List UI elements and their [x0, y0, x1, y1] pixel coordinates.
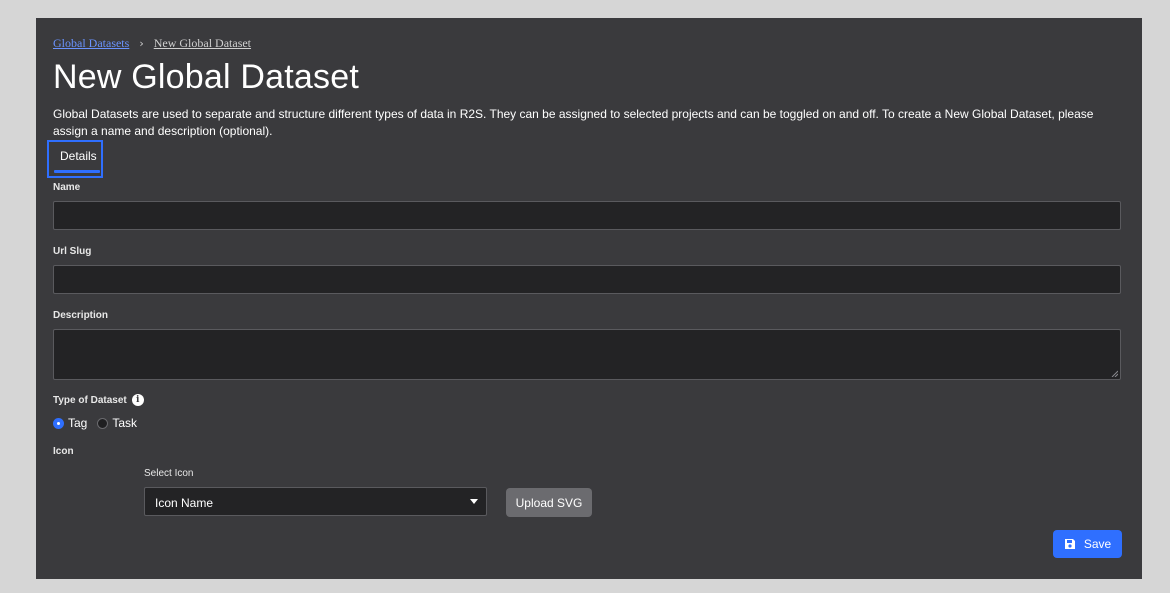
dataset-type-label-row: Type of Dataset i [53, 394, 144, 406]
floppy-disk-icon [1064, 539, 1075, 549]
radio-option-tag[interactable]: Tag [53, 416, 87, 430]
breadcrumb-separator-icon: › [139, 37, 144, 50]
info-icon[interactable]: i [131, 394, 144, 406]
dataset-type-label: Type of Dataset [53, 394, 127, 406]
url-slug-label: Url Slug [53, 246, 92, 257]
main-panel: Global Datasets › New Global Dataset New… [36, 18, 1142, 579]
save-button-label: Save [1083, 537, 1112, 551]
breadcrumb-link-global-datasets[interactable]: Global Datasets [53, 36, 129, 51]
tab-details[interactable]: Details [47, 140, 103, 178]
radio-option-task[interactable]: Task [97, 416, 137, 430]
radio-tag-label: Tag [68, 416, 88, 430]
description-textarea[interactable] [53, 329, 1121, 380]
icon-select[interactable]: Icon Name [144, 487, 487, 516]
breadcrumb: Global Datasets › New Global Dataset [53, 36, 251, 51]
select-icon-label: Select Icon [144, 468, 194, 479]
description-label: Description [53, 310, 109, 321]
tab-active-indicator [54, 170, 100, 173]
radio-task-label: Task [112, 416, 138, 430]
icon-select-value: Icon Name [155, 496, 214, 510]
resize-grip-icon[interactable] [1111, 370, 1118, 377]
icon-section-label: Icon [53, 446, 74, 457]
caret-down-icon [470, 499, 478, 504]
page-title: New Global Dataset [53, 58, 359, 96]
page-description: Global Datasets are used to separate and… [53, 107, 1094, 138]
url-slug-input[interactable] [53, 265, 1121, 294]
dataset-type-radio-group: Tag Task [53, 416, 147, 430]
name-label: Name [53, 182, 81, 193]
save-button[interactable]: Save [1053, 530, 1122, 558]
radio-tag[interactable] [53, 417, 64, 429]
radio-task[interactable] [97, 417, 109, 429]
name-input[interactable] [53, 201, 1121, 230]
breadcrumb-current[interactable]: New Global Dataset [154, 36, 251, 51]
tab-details-label: Details [60, 149, 97, 163]
upload-svg-button[interactable]: Upload SVG [506, 488, 592, 517]
